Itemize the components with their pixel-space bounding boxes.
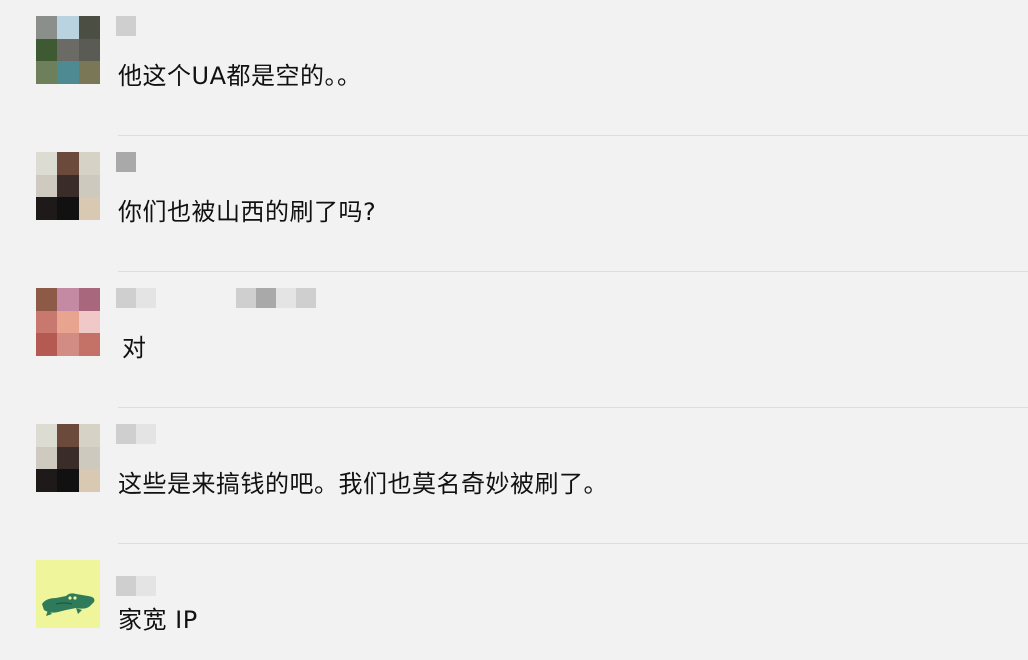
chat-message: 你们也被山西的刷了吗? bbox=[0, 136, 1028, 272]
message-text: 他这个UA都是空的。。 bbox=[118, 62, 362, 90]
message-text: 家宽 IP bbox=[118, 606, 198, 634]
sender-name-redacted bbox=[116, 288, 316, 308]
sender-name-redacted bbox=[116, 576, 156, 596]
avatar[interactable] bbox=[36, 288, 100, 356]
crocodile-icon bbox=[36, 560, 100, 628]
chat-message-list: 他这个UA都是空的。。 你们也被山西的刷了吗? 对 这些是来搞钱的吧。我们也莫名… bbox=[0, 0, 1028, 660]
avatar[interactable] bbox=[36, 560, 100, 628]
message-text: 对 bbox=[122, 334, 147, 362]
avatar[interactable] bbox=[36, 16, 100, 84]
sender-name-redacted bbox=[116, 424, 156, 444]
chat-message: 家宽 IP bbox=[0, 544, 1028, 660]
chat-message: 对 bbox=[0, 272, 1028, 408]
chat-message: 这些是来搞钱的吧。我们也莫名奇妙被刷了。 bbox=[0, 408, 1028, 544]
message-text: 你们也被山西的刷了吗? bbox=[118, 198, 377, 226]
avatar[interactable] bbox=[36, 152, 100, 220]
sender-name-redacted bbox=[116, 16, 136, 36]
message-text: 这些是来搞钱的吧。我们也莫名奇妙被刷了。 bbox=[118, 470, 608, 498]
avatar[interactable] bbox=[36, 424, 100, 492]
sender-name-redacted bbox=[116, 152, 136, 172]
chat-message: 他这个UA都是空的。。 bbox=[0, 0, 1028, 136]
